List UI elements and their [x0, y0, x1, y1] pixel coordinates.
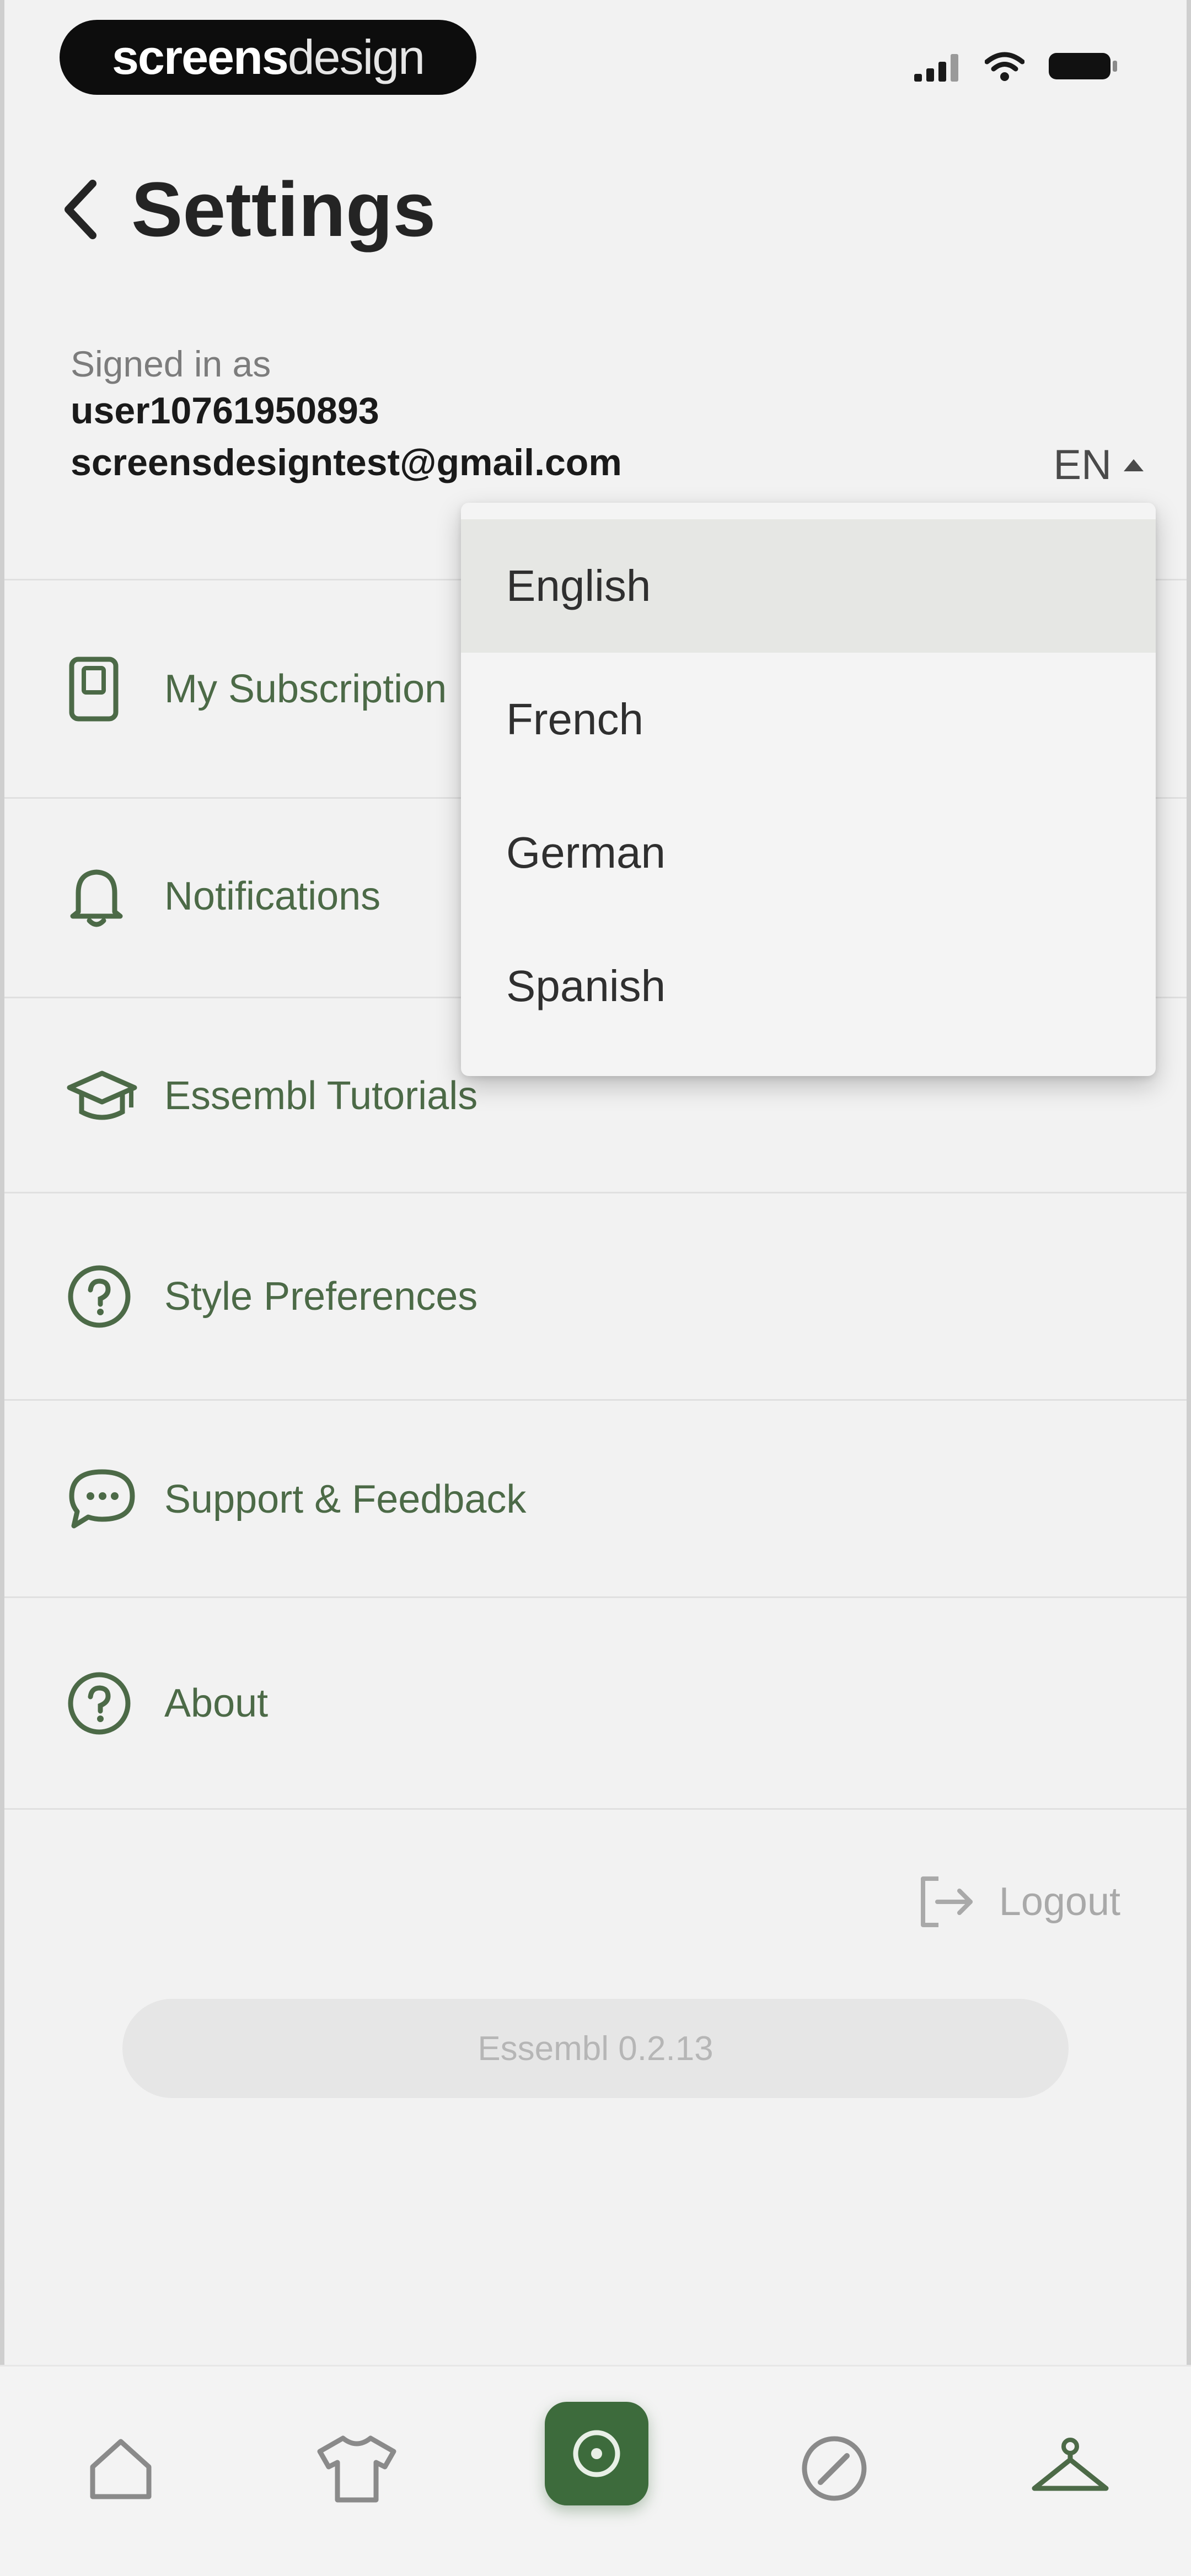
hanger-icon — [1032, 2438, 1109, 2491]
option-label: English — [506, 561, 651, 610]
divider — [4, 1596, 1187, 1598]
language-option-french[interactable]: French — [461, 653, 1156, 786]
plus-circle-icon — [573, 2430, 620, 2477]
divider — [4, 1399, 1187, 1401]
back-button[interactable] — [50, 165, 110, 254]
option-label: Spanish — [506, 961, 666, 1010]
nav-hanger[interactable] — [1018, 2416, 1123, 2521]
dropdown-padding — [461, 503, 1156, 519]
language-option-german[interactable]: German — [461, 786, 1156, 919]
nav-create[interactable] — [545, 2402, 648, 2505]
nav-explore[interactable] — [782, 2416, 887, 2521]
graduation-cap-icon — [66, 1057, 143, 1134]
language-selector[interactable]: EN — [1053, 441, 1144, 489]
home-icon — [90, 2439, 152, 2499]
status-icons — [914, 51, 1119, 82]
status-bar: screens design — [0, 0, 1191, 116]
settings-row-label: My Subscription — [164, 667, 447, 711]
option-label: French — [506, 695, 643, 744]
settings-row-label: About — [164, 1681, 269, 1725]
help-circle-icon — [66, 1258, 143, 1335]
subscription-card-icon — [66, 650, 143, 728]
settings-row-label: Support & Feedback — [164, 1477, 527, 1521]
language-code: EN — [1053, 442, 1112, 488]
username: user10761950893 — [71, 390, 379, 432]
chat-bubble-icon — [66, 1461, 143, 1538]
tshirt-icon — [317, 2435, 396, 2503]
language-option-spanish[interactable]: Spanish — [461, 919, 1156, 1053]
divider — [4, 1808, 1187, 1810]
logout-icon — [920, 1876, 973, 1927]
wifi-icon — [985, 52, 1024, 81]
page-title: Settings — [131, 166, 436, 252]
logout-button[interactable]: Logout — [916, 1874, 1120, 1929]
brand-logo-bold: screens — [111, 30, 289, 84]
user-email: screensdesigntest@gmail.com — [71, 442, 622, 483]
settings-row-label: Notifications — [164, 874, 381, 918]
chevron-left-icon — [65, 180, 96, 239]
brand-logo: screens design — [60, 20, 476, 95]
settings-row-label: Style Preferences — [164, 1274, 478, 1319]
divider — [4, 1192, 1187, 1193]
nav-wardrobe[interactable] — [304, 2416, 409, 2521]
bottom-nav — [0, 2365, 1191, 2576]
version-label: Essembl 0.2.13 — [478, 2029, 713, 2068]
bell-icon — [66, 858, 143, 935]
battery-icon — [1049, 53, 1117, 79]
language-option-english[interactable]: English — [461, 519, 1156, 653]
option-label: German — [506, 828, 666, 877]
signed-in-label: Signed in as — [71, 343, 271, 384]
settings-row-label: Essembl Tutorials — [164, 1074, 478, 1118]
nav-home[interactable] — [68, 2416, 173, 2521]
logout-label: Logout — [999, 1880, 1120, 1924]
compass-icon — [802, 2436, 867, 2501]
language-dropdown: English French German Spanish — [461, 503, 1156, 1076]
brand-logo-light: design — [287, 30, 425, 84]
caret-up-icon — [1124, 459, 1144, 471]
version-badge: Essembl 0.2.13 — [122, 1999, 1069, 2098]
settings-row-about[interactable]: About — [66, 1648, 1147, 1758]
settings-row-support-feedback[interactable]: Support & Feedback — [66, 1444, 1147, 1555]
help-circle-icon — [66, 1665, 143, 1742]
settings-row-style-preferences[interactable]: Style Preferences — [66, 1241, 1147, 1352]
signal-icon — [914, 54, 958, 82]
